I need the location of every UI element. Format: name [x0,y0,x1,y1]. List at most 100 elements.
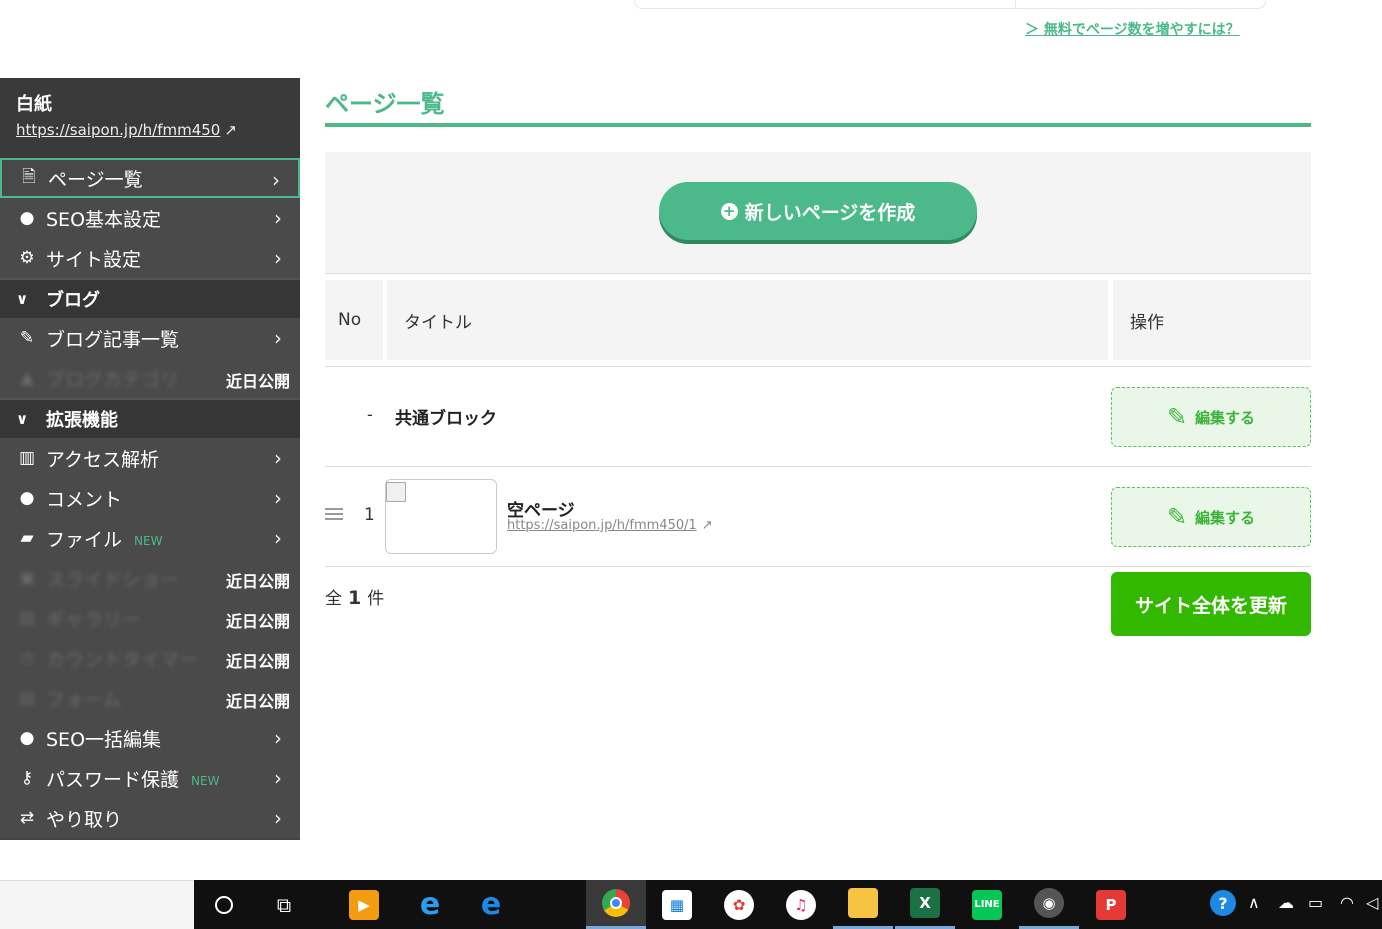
store-icon[interactable]: ▦ [647,880,707,929]
chevron-right-icon: › [274,246,282,270]
coming-soon-label: 近日公開 [225,692,290,711]
chevron-right-icon: › [274,206,282,230]
media-player-icon[interactable]: ▶ [334,880,394,929]
total-count: 全1件 [325,587,385,609]
sidebar-item-files[interactable]: ▰ ファイル NEW › [0,518,300,558]
pocket-icon[interactable]: P [1081,880,1141,929]
wifi-icon[interactable]: ◠ [1340,893,1354,912]
chevron-right-icon: › [274,806,282,830]
line-icon[interactable]: LINE [957,880,1017,929]
divider [325,366,1311,367]
chrome-icon[interactable] [586,880,646,929]
sidebar-item-count-timer: ◷ カウントタイマー 近日公開 [0,638,300,678]
sidebar: 白紙 https://saipon.jp/h/fmm450 ↗ 🗎 ページ一覧 ›… [0,78,300,840]
chevron-right-icon: › [274,486,282,510]
sidebar-item-blog-category: ▲ ブログカテゴリ 近日公開 [0,358,300,398]
chevron-right-icon: › [274,766,282,790]
section-blog[interactable]: ∨ ブログ [0,278,300,318]
page-thumbnail[interactable] [385,479,497,554]
broken-image-icon [386,482,406,502]
exchange-icon: ⇄ [19,808,35,828]
sidebar-item-comments[interactable]: ● コメント › [0,478,300,518]
coming-soon-label: 近日公開 [225,652,290,671]
form-icon: ▤ [18,688,36,708]
edge-icon[interactable]: e [461,880,521,929]
page-icon: 🗎 [22,166,36,187]
header-operations: 操作 [1113,280,1311,360]
sitemap-icon: ▲ [20,368,34,388]
taskbar: ⧉ ▶ e e ▦ ✿ ♫ X LINE ◉ P ? ∧ ☁ ▭ ◠ ◁ [194,880,1382,929]
chevron-right-icon: › [272,168,280,192]
photo-app-icon[interactable]: ✿ [709,880,769,929]
header-no: No [325,280,383,360]
drag-handle-icon[interactable] [325,508,343,523]
sidebar-item-form: ▤ フォーム 近日公開 [0,678,300,718]
create-page-button[interactable]: + 新しいページを作成 [659,182,977,240]
chevron-right-icon: › [274,726,282,750]
coming-soon-label: 近日公開 [225,612,290,631]
key-icon: ⚷ [20,768,34,788]
excel-icon[interactable]: X [895,880,955,929]
help-icon[interactable]: ? [1210,890,1236,916]
sidebar-item-analytics[interactable]: ▥ アクセス解析 › [0,438,300,478]
new-badge: NEW [191,774,220,788]
pencil-icon: ✎ [1166,403,1188,431]
edit-icon: ✎ [19,328,35,348]
sidebar-item-seo-bulk[interactable]: ● SEO一括編集 › [0,718,300,758]
new-badge: NEW [134,534,163,548]
edit-page-button[interactable]: ✎ 編集する [1111,487,1311,547]
sidebar-item-site-settings[interactable]: ⚙ サイト設定 › [0,238,300,278]
onedrive-icon[interactable]: ☁ [1278,893,1294,912]
row-number: 1 [364,505,375,525]
chevron-right-icon: › [274,326,282,350]
internet-explorer-icon[interactable]: e [400,880,460,929]
globe-icon: ● [19,728,35,748]
site-header: 白紙 https://saipon.jp/h/fmm450 ↗ [0,78,300,158]
coming-soon-label: 近日公開 [225,372,290,391]
itunes-icon[interactable]: ♫ [771,880,831,929]
coming-soon-label: 近日公開 [225,572,290,591]
update-site-button[interactable]: サイト全体を更新 [1111,572,1311,636]
section-extensions[interactable]: ∨ 拡張機能 [0,398,300,438]
bar-chart-icon: ▥ [18,448,36,468]
image-icon: ▨ [18,608,36,628]
external-link-icon: ↗ [701,518,713,533]
edit-common-block-button[interactable]: ✎ 編集する [1111,387,1311,447]
slideshow-icon: ▣ [18,568,36,588]
chevron-down-icon: ∨ [16,290,29,308]
sidebar-item-blog-posts[interactable]: ✎ ブログ記事一覧 › [0,318,300,358]
globe-icon: ● [19,208,35,228]
common-block-title: 共通ブロック [395,409,497,429]
page-title: ページ一覧 [325,90,445,118]
site-title: 白紙 [16,94,52,115]
file-explorer-icon[interactable] [833,880,893,929]
increase-pages-link[interactable]: ＞ 無料でページ数を増やすには？ [1025,19,1240,39]
task-view-icon[interactable]: ⧉ [254,880,314,929]
comment-icon: ● [19,488,35,508]
page-url-link[interactable]: https://saipon.jp/h/fmm450/1 ↗ [507,518,713,533]
sidebar-item-password[interactable]: ⚷ パスワード保護 NEW › [0,758,300,798]
battery-icon[interactable]: ▭ [1308,893,1323,912]
chevron-right-icon: › [274,446,282,470]
top-panel [634,0,1266,9]
external-link-icon: ↗ [224,121,237,139]
sidebar-item-exchange[interactable]: ⇄ やり取り › [0,798,300,838]
site-url-link[interactable]: https://saipon.jp/h/fmm450 ↗ [16,118,284,142]
sidebar-item-seo-basic[interactable]: ● SEO基本設定 › [0,198,300,238]
plus-circle-icon: + [720,202,738,220]
chevron-right-icon: › [274,526,282,550]
title-divider [325,123,1311,127]
divider [325,466,1311,467]
folder-open-icon: ▰ [20,528,34,548]
create-panel: + 新しいページを作成 [325,152,1311,274]
sidebar-item-slideshow: ▣ スライドショー 近日公開 [0,558,300,598]
music-icon[interactable]: ◉ [1019,880,1079,929]
gear-icon: ⚙ [19,248,35,268]
chevron-up-icon[interactable]: ∧ [1248,893,1260,912]
clock-icon: ◷ [19,648,35,668]
sidebar-item-gallery: ▨ ギャラリー 近日公開 [0,598,300,638]
sidebar-item-page-list[interactable]: 🗎 ページ一覧 › [0,158,300,198]
cortana-icon[interactable] [194,880,254,929]
speaker-icon[interactable]: ◁ [1366,893,1378,912]
taskbar-blank [0,880,194,929]
